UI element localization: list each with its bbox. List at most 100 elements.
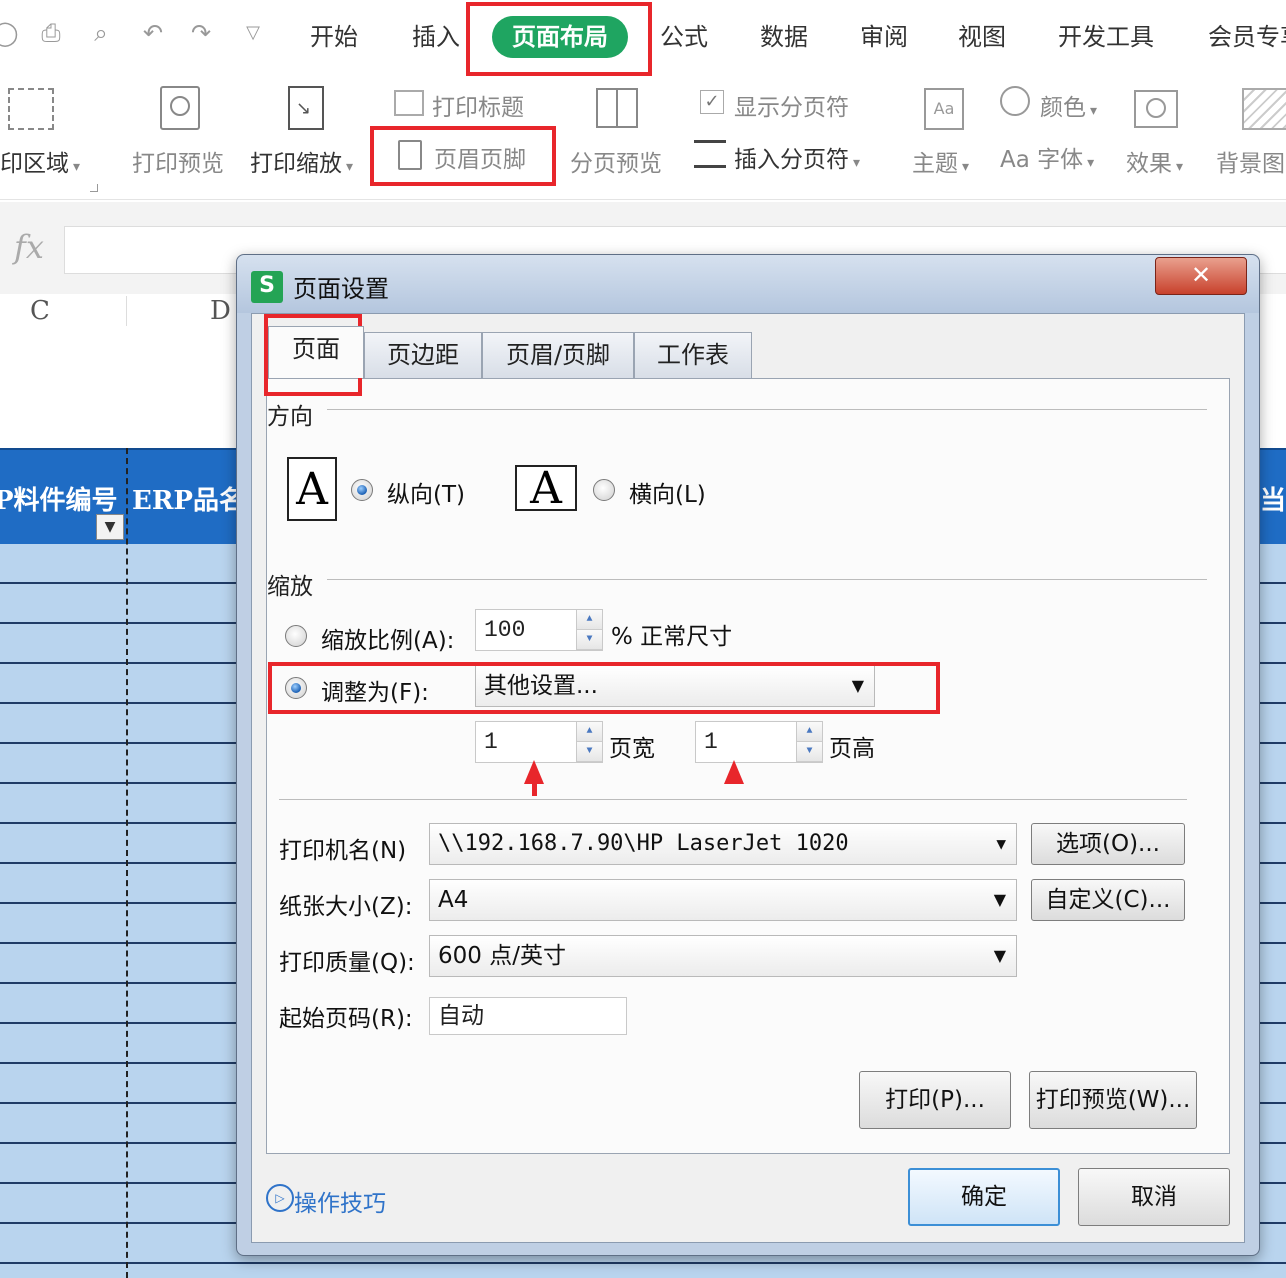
scaling-divider	[327, 579, 1207, 580]
ok-button[interactable]: 确定	[908, 1168, 1060, 1226]
tab-header-footer[interactable]: 页眉/页脚	[482, 332, 634, 378]
chevron-down-icon: ▾	[346, 159, 354, 175]
effects-icon[interactable]	[1134, 90, 1178, 128]
print-preview-icon[interactable]: ⌕	[86, 18, 116, 48]
print-titles-icon	[394, 90, 424, 116]
paper-size-dropdown[interactable]: A4 ▼	[429, 879, 1017, 921]
fit-to-label[interactable]: 调整为(F):	[321, 673, 429, 707]
tab-view[interactable]: 视图	[958, 16, 1006, 58]
pages-wide-stepper[interactable]: 1 ▲ ▼	[475, 721, 603, 763]
fonts-button[interactable]: Aa 字体 ▾	[1000, 140, 1094, 174]
dialog-launcher-icon[interactable]	[90, 184, 98, 192]
effects-circle-icon	[1146, 98, 1166, 118]
undo-icon[interactable]: ↶	[138, 18, 168, 48]
tab-insert[interactable]: 插入	[412, 16, 460, 58]
print-preview-dialog-button[interactable]: 打印预览(W)...	[1029, 1071, 1197, 1129]
fit-to-value: 其他设置...	[484, 673, 598, 699]
page-break-preview-icon[interactable]	[596, 88, 638, 128]
printer-name-dropdown[interactable]: \\192.168.7.90\HP LaserJet 1020 ▼	[429, 823, 1017, 865]
fit-to-radio[interactable]	[285, 677, 307, 699]
first-page-number-input[interactable]: 自动	[429, 997, 627, 1035]
effects-button[interactable]: 效果 ▾	[1126, 144, 1183, 178]
stepper-up-icon[interactable]: ▲	[797, 722, 822, 742]
header-cell-right[interactable]: 当	[1260, 480, 1286, 517]
page-break-preview-button[interactable]: 分页预览	[570, 144, 662, 178]
print-scale-button[interactable]: 打印缩放 ▾	[250, 144, 353, 178]
options-button[interactable]: 选项(O)...	[1031, 823, 1185, 865]
cancel-button[interactable]: 取消	[1078, 1168, 1230, 1226]
tab-page[interactable]: 页面	[268, 326, 364, 378]
print-icon[interactable]: ⎙	[36, 18, 66, 48]
print-area-icon[interactable]	[8, 88, 54, 130]
tab-member[interactable]: 会员专享	[1208, 16, 1286, 58]
pages-wide-value: 1	[484, 729, 498, 755]
column-header-d[interactable]: D	[210, 296, 231, 328]
magnifier-icon	[170, 96, 190, 116]
page-break-divider	[616, 90, 618, 126]
fonts-label: 字体	[1037, 147, 1084, 173]
print-preview-icon[interactable]	[160, 86, 200, 130]
insert-page-break-icon	[694, 140, 726, 168]
tips-link[interactable]: 操作技巧	[294, 1184, 386, 1218]
tab-worksheet[interactable]: 工作表	[634, 332, 752, 378]
header-cell-erp-name[interactable]: ERP品名	[132, 480, 245, 517]
custom-paper-button[interactable]: 自定义(C)...	[1031, 879, 1185, 921]
tab-home[interactable]: 开始	[310, 16, 358, 58]
tab-data[interactable]: 数据	[760, 16, 808, 58]
stepper-up-icon[interactable]: ▲	[577, 722, 602, 742]
customize-icon[interactable]: ▽	[238, 18, 268, 48]
stepper-up-icon[interactable]: ▲	[577, 610, 602, 630]
colors-button[interactable]: 颜色 ▾	[1040, 88, 1097, 122]
tab-review[interactable]: 审阅	[860, 16, 908, 58]
theme-button[interactable]: 主题 ▾	[912, 144, 969, 178]
print-button[interactable]: 打印(P)...	[859, 1071, 1011, 1129]
column-header-c[interactable]: C	[30, 296, 50, 328]
tab-page-layout[interactable]: 页面布局	[492, 16, 628, 58]
fit-to-dropdown[interactable]: 其他设置... ▼	[475, 665, 875, 707]
scale-percent-radio[interactable]	[285, 625, 307, 647]
arrow-tail	[532, 782, 537, 796]
show-page-breaks-checkbox[interactable]: ✓	[700, 90, 724, 114]
stepper-buttons[interactable]: ▲ ▼	[796, 722, 822, 762]
close-button[interactable]: ✕	[1155, 257, 1247, 295]
stepper-down-icon[interactable]: ▼	[577, 630, 602, 650]
background-image-icon[interactable]	[1242, 88, 1286, 130]
paper-size-value: A4	[438, 887, 469, 913]
stepper-buttons[interactable]: ▲ ▼	[576, 722, 602, 762]
stepper-buttons[interactable]: ▲ ▼	[576, 610, 602, 650]
insert-page-break-label: 插入分页符	[734, 147, 849, 173]
header-cell-item-code[interactable]: P料件编号	[0, 480, 118, 517]
print-quality-dropdown[interactable]: 600 点/英寸 ▼	[429, 935, 1017, 977]
scale-percent-label[interactable]: 缩放比例(A):	[321, 621, 454, 655]
print-preview-button[interactable]: 打印预览	[132, 144, 224, 178]
portrait-label[interactable]: 纵向(T)	[387, 475, 465, 509]
print-scale-icon[interactable]: ↘	[288, 86, 324, 130]
stepper-down-icon[interactable]: ▼	[797, 742, 822, 762]
orientation-group-label: 方向	[267, 397, 319, 431]
landscape-label[interactable]: 横向(L)	[629, 475, 706, 509]
orientation-divider	[327, 409, 1207, 410]
tab-formulas[interactable]: 公式	[660, 16, 708, 58]
print-titles-button[interactable]: 打印标题	[432, 88, 524, 122]
theme-icon[interactable]: Aa	[924, 88, 964, 130]
stepper-down-icon[interactable]: ▼	[577, 742, 602, 762]
insert-page-break-button[interactable]: 插入分页符 ▾	[734, 140, 860, 174]
tab-margins[interactable]: 页边距	[364, 332, 482, 378]
tab-developer[interactable]: 开发工具	[1058, 16, 1154, 58]
print-area-button[interactable]: 印区域 ▾	[0, 144, 80, 178]
pages-tall-stepper[interactable]: 1 ▲ ▼	[695, 721, 823, 763]
portrait-radio[interactable]	[351, 479, 373, 501]
landscape-radio[interactable]	[593, 479, 615, 501]
save-icon[interactable]: ◯	[0, 18, 20, 48]
fx-icon[interactable]: fx	[14, 228, 44, 266]
play-circle-icon[interactable]: ▷	[266, 1184, 294, 1212]
chevron-down-icon: ▾	[1090, 103, 1098, 119]
redo-icon[interactable]: ↷	[186, 18, 216, 48]
filter-dropdown-icon[interactable]: ▼	[96, 514, 124, 540]
printer-name-value: \\192.168.7.90\HP LaserJet 1020	[438, 831, 849, 856]
background-button[interactable]: 背景图	[1216, 144, 1285, 178]
scale-percent-stepper[interactable]: 100 ▲ ▼	[475, 609, 603, 651]
dialog-title-bar[interactable]: S 页面设置 ✕	[237, 255, 1259, 313]
header-footer-button[interactable]: 页眉页脚	[434, 140, 526, 174]
scale-arrow-icon: ↘	[296, 98, 312, 119]
